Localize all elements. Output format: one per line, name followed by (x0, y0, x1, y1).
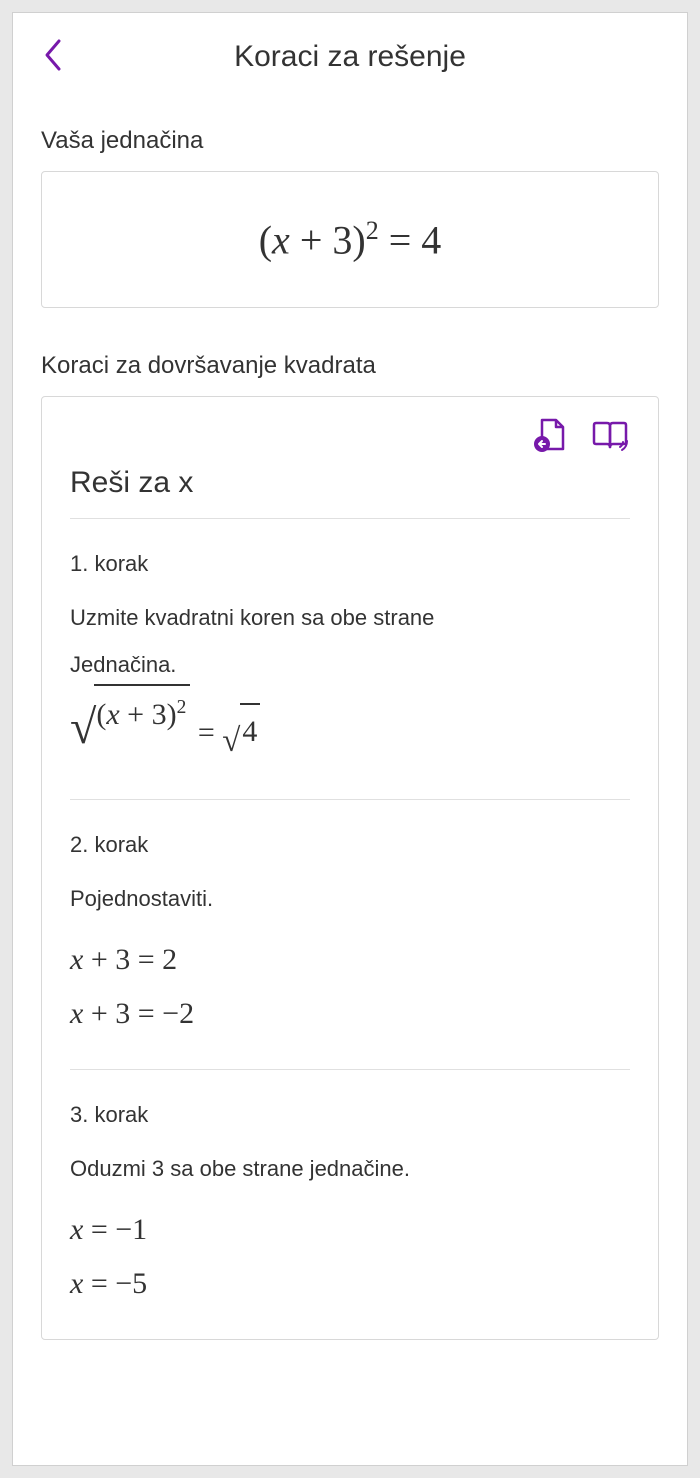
equation-display: (x + 3)2 = 4 (62, 216, 638, 263)
step-2: 2. korak Pojednostaviti. x + 3 = 2 x + 3… (70, 832, 630, 1070)
panel-header: Koraci za rešenje (41, 37, 659, 77)
step-number: 1. korak (70, 551, 630, 577)
chevron-left-icon (41, 37, 65, 73)
step-math-line-1: x + 3 = 2 (70, 933, 630, 987)
back-button[interactable] (41, 37, 65, 73)
equation-box: (x + 3)2 = 4 (41, 171, 659, 308)
steps-box: Reši za x 1. korak Uzmite kvadratni kore… (41, 396, 659, 1339)
step-math: √ (x + 3)2 = √ 4 (70, 684, 630, 770)
solve-for-x-title: Reši za x (70, 466, 630, 519)
solution-steps-panel: Koraci za rešenje Vaša jednačina (x + 3)… (12, 12, 688, 1466)
step-math-line-2: x + 3 = −2 (70, 987, 630, 1041)
your-equation-label: Vaša jednačina (41, 127, 659, 155)
step-sublabel: Jednačina. (70, 652, 630, 678)
read-aloud-button[interactable] (590, 417, 630, 458)
step-math-line-2: x = −5 (70, 1257, 630, 1311)
page-title: Koraci za rešenje (234, 40, 466, 74)
step-number: 2. korak (70, 832, 630, 858)
step-number: 3. korak (70, 1102, 630, 1128)
read-aloud-icon (590, 417, 630, 453)
insert-to-page-button[interactable] (532, 417, 566, 458)
step-1: 1. korak Uzmite kvadratni koren sa obe s… (70, 551, 630, 799)
step-description: Oduzmi 3 sa obe strane jednačine. (70, 1152, 630, 1185)
step-description: Uzmite kvadratni koren sa obe strane (70, 601, 630, 634)
step-math-line-1: x = −1 (70, 1203, 630, 1257)
step-description: Pojednostaviti. (70, 882, 630, 915)
steps-toolbar (70, 417, 630, 458)
step-3: 3. korak Oduzmi 3 sa obe strane jednačin… (70, 1102, 630, 1311)
page-insert-icon (532, 417, 566, 453)
steps-section-label: Koraci za dovršavanje kvadrata (41, 352, 659, 380)
